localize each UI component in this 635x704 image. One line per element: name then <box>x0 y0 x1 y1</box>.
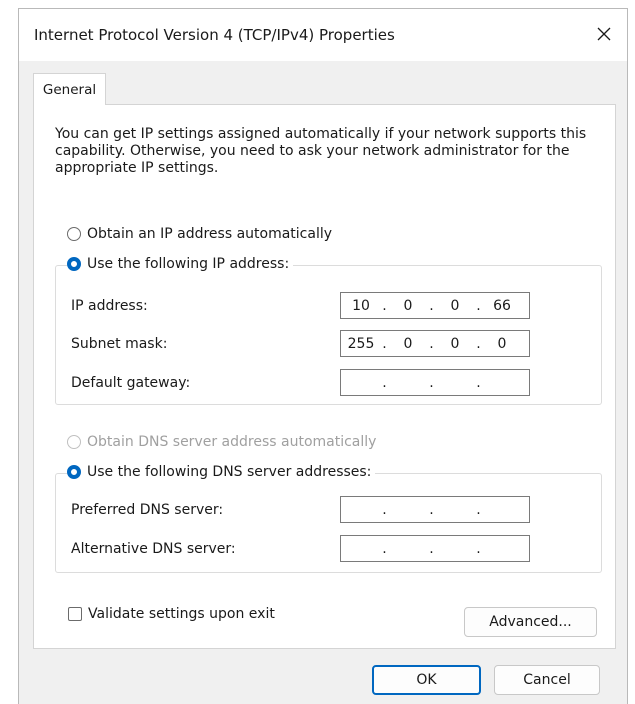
dot-separator: . <box>476 297 481 314</box>
tab-general[interactable]: General <box>33 73 106 105</box>
preferred-dns-label: Preferred DNS server: <box>71 502 224 518</box>
octet-4: 0 <box>497 335 507 352</box>
radio-circle <box>67 465 81 479</box>
subnet-mask-row: Subnet mask: 255. 0. 0. 0 <box>55 330 635 358</box>
dot-separator: . <box>382 540 387 557</box>
octet-4: 66 <box>493 297 511 314</box>
dot-separator: . <box>429 374 434 391</box>
dot-separator: . <box>476 540 481 557</box>
ipv4-properties-dialog: Internet Protocol Version 4 (TCP/IPv4) P… <box>18 8 628 704</box>
advanced-button[interactable]: Advanced... <box>464 607 597 637</box>
dot-separator: . <box>382 374 387 391</box>
dot-separator: . <box>476 501 481 518</box>
ip-address-row: IP address: 10. 0. 0. 66 <box>55 292 635 320</box>
radio-obtain-dns-auto[interactable]: Obtain DNS server address automatically <box>67 434 381 450</box>
dot-separator: . <box>476 335 481 352</box>
dot-separator: . <box>429 335 434 352</box>
alternative-dns-label: Alternative DNS server: <box>71 541 236 557</box>
radio-label: Obtain an IP address automatically <box>87 226 333 242</box>
ip-address-label: IP address: <box>71 298 148 314</box>
window-title: Internet Protocol Version 4 (TCP/IPv4) P… <box>34 26 395 44</box>
octet-2: 0 <box>403 335 413 352</box>
preferred-dns-input[interactable]: . . . <box>340 496 530 523</box>
default-gateway-row: Default gateway: . . . <box>55 369 635 397</box>
radio-use-following-dns[interactable]: Use the following DNS server addresses: <box>67 464 376 480</box>
radio-circle <box>67 227 81 241</box>
radio-circle <box>67 435 81 449</box>
dot-separator: . <box>476 374 481 391</box>
octet-1: 10 <box>352 297 370 314</box>
radio-use-following-ip[interactable]: Use the following IP address: <box>67 256 294 272</box>
checkbox-label: Validate settings upon exit <box>88 606 275 622</box>
subnet-mask-label: Subnet mask: <box>71 336 168 352</box>
radio-obtain-ip-auto[interactable]: Obtain an IP address automatically <box>67 226 337 242</box>
octet-2: 0 <box>403 297 413 314</box>
alternative-dns-input[interactable]: . . . <box>340 535 530 562</box>
title-bar: Internet Protocol Version 4 (TCP/IPv4) P… <box>19 9 627 61</box>
checkbox-box <box>68 607 82 621</box>
ok-button[interactable]: OK <box>372 665 481 695</box>
dot-separator: . <box>382 297 387 314</box>
radio-label: Use the following IP address: <box>87 256 290 272</box>
general-panel: You can get IP settings assigned automat… <box>33 104 616 649</box>
close-button[interactable] <box>587 18 621 50</box>
subnet-mask-input[interactable]: 255. 0. 0. 0 <box>340 330 530 357</box>
default-gateway-input[interactable]: . . . <box>340 369 530 396</box>
radio-label: Obtain DNS server address automatically <box>87 434 377 450</box>
octet-3: 0 <box>450 335 460 352</box>
ip-address-input[interactable]: 10. 0. 0. 66 <box>340 292 530 319</box>
dot-separator: . <box>382 501 387 518</box>
radio-circle <box>67 257 81 271</box>
radio-label: Use the following DNS server addresses: <box>87 464 372 480</box>
octet-3: 0 <box>450 297 460 314</box>
alternative-dns-row: Alternative DNS server: . . . <box>55 535 635 563</box>
octet-1: 255 <box>347 335 375 352</box>
dot-separator: . <box>429 501 434 518</box>
cancel-button[interactable]: Cancel <box>494 665 600 695</box>
description-text: You can get IP settings assigned automat… <box>55 126 587 176</box>
default-gateway-label: Default gateway: <box>71 375 191 391</box>
validate-settings-checkbox[interactable]: Validate settings upon exit <box>68 606 275 622</box>
dot-separator: . <box>429 540 434 557</box>
dot-separator: . <box>429 297 434 314</box>
close-icon <box>597 27 611 41</box>
preferred-dns-row: Preferred DNS server: . . . <box>55 496 635 524</box>
dot-separator: . <box>382 335 387 352</box>
